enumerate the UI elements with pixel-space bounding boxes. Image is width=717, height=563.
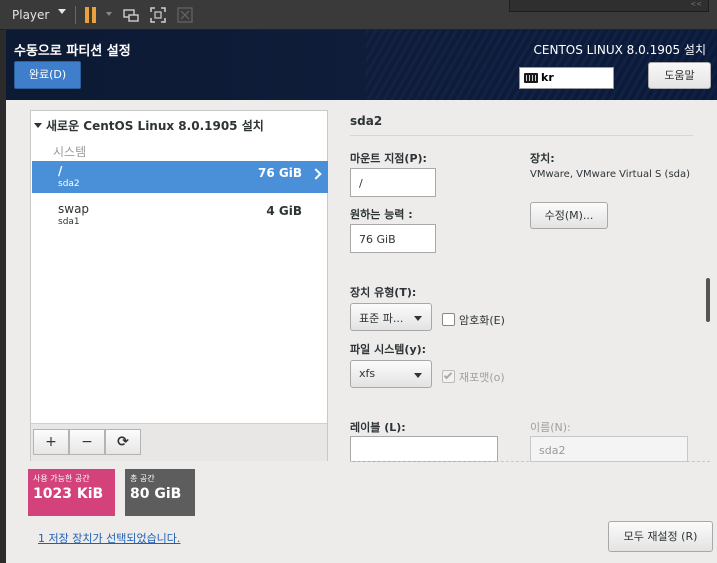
mount-size: 76 GiB <box>258 166 302 180</box>
scroll-edge <box>350 461 710 462</box>
chevron-down-icon[interactable] <box>106 12 112 16</box>
name-input: sda2 <box>530 436 688 462</box>
detail-scrollbar[interactable] <box>706 278 710 322</box>
installer-window: 수동으로 파티션 설정 완료(D) CENTOS LINUX 8.0.1905 … <box>6 30 717 563</box>
collapse-icon: << <box>690 0 702 8</box>
vm-toolbar: Player << <box>0 0 717 30</box>
mount-name: swap <box>58 202 90 216</box>
total-space-label: 총 공간 <box>130 474 155 483</box>
vm-collapse-tab[interactable]: << <box>509 0 709 12</box>
reset-all-button[interactable]: 모두 재설정 (R) <box>608 521 713 552</box>
modify-device-button[interactable]: 수정(M)... <box>530 202 608 229</box>
devices-icon[interactable] <box>123 7 139 23</box>
refresh-button[interactable]: ⟳ <box>105 429 141 455</box>
device-description: VMware, VMware Virtual S (sda) <box>530 169 691 180</box>
keyboard-icon <box>524 73 538 83</box>
total-space-value: 80 GiB <box>130 486 182 502</box>
install-heading-label: 새로운 CentOS Linux 8.0.1905 설치 <box>46 119 264 133</box>
page-title: 수동으로 파티션 설정 <box>14 44 131 59</box>
mount-row-swap[interactable]: swap sda1 4 GiB <box>32 199 328 231</box>
available-space-label: 사용 가능한 공간 <box>33 474 90 483</box>
mount-point-list: 새로운 CentOS Linux 8.0.1905 설치 시스템 / sda2 … <box>30 110 328 461</box>
device-label: 장치: <box>530 152 555 165</box>
mount-list-toolbar: + − ⟳ <box>31 423 327 461</box>
check-icon <box>443 370 453 380</box>
chevron-down-icon <box>414 316 422 321</box>
checkbox-box <box>442 370 455 383</box>
expander-arrow-icon[interactable] <box>34 123 42 128</box>
total-space-box: 총 공간 80 GiB <box>125 469 195 516</box>
label-field-label: 레이블 (L): <box>350 421 406 434</box>
keyboard-layout-label: kr <box>541 71 554 84</box>
chevron-down-icon[interactable] <box>58 9 66 14</box>
product-title: CENTOS LINUX 8.0.1905 설치 <box>533 43 707 57</box>
label-input[interactable] <box>350 436 498 462</box>
capacity-input[interactable]: 76 GiB <box>350 224 436 253</box>
mount-size: 4 GiB <box>266 204 302 218</box>
capacity-label: 원하는 능력 : <box>350 208 413 221</box>
device-type-value: 표준 파... <box>359 312 404 325</box>
available-space-box: 사용 가능한 공간 1023 KiB <box>28 469 115 516</box>
filesystem-select[interactable]: xfs <box>350 360 432 388</box>
install-heading[interactable]: 새로운 CentOS Linux 8.0.1905 설치 <box>34 117 264 134</box>
remove-mount-point-button[interactable]: − <box>69 429 105 455</box>
filesystem-value: xfs <box>359 367 376 380</box>
encrypt-label: 암호화(E) <box>459 314 505 327</box>
encrypt-checkbox[interactable]: 암호화(E) <box>442 312 505 328</box>
fullscreen-icon[interactable] <box>150 7 166 23</box>
done-button[interactable]: 완료(D) <box>14 61 81 89</box>
name-field-label: 이름(N): <box>530 421 571 434</box>
header-bar: 수동으로 파티션 설정 완료(D) CENTOS LINUX 8.0.1905 … <box>6 30 717 100</box>
keyboard-layout-indicator[interactable]: kr <box>519 67 614 89</box>
toolbar-separator <box>75 6 76 24</box>
reformat-label: 재포맷(o) <box>459 371 505 384</box>
selected-storage-link[interactable]: 1 저장 장치가 선택되었습니다. <box>38 530 180 546</box>
filesystem-label: 파일 시스템(y): <box>350 343 427 356</box>
player-menu-button[interactable]: Player <box>6 4 55 26</box>
mount-device: sda2 <box>58 179 80 189</box>
chevron-down-icon <box>414 373 422 378</box>
available-space-value: 1023 KiB <box>33 486 104 502</box>
mount-name: / <box>58 164 63 178</box>
chevron-right-icon <box>310 168 322 180</box>
reformat-checkbox: 재포맷(o) <box>442 369 505 385</box>
mount-point-input[interactable]: / <box>350 168 436 197</box>
group-label-system: 시스템 <box>53 145 87 159</box>
device-type-select[interactable]: 표준 파... <box>350 303 432 331</box>
pause-icon[interactable] <box>85 7 97 23</box>
mount-device: sda1 <box>58 217 80 227</box>
add-mount-point-button[interactable]: + <box>33 429 69 455</box>
mount-point-label: 마운트 지점(P): <box>350 152 427 165</box>
mount-row-root[interactable]: / sda2 76 GiB <box>32 161 328 193</box>
checkbox-box[interactable] <box>442 313 455 326</box>
device-type-label: 장치 유형(T): <box>350 286 417 299</box>
divider <box>350 135 693 136</box>
help-button[interactable]: 도움말 <box>648 62 711 89</box>
unity-icon <box>177 7 193 23</box>
detail-title: sda2 <box>350 114 383 128</box>
